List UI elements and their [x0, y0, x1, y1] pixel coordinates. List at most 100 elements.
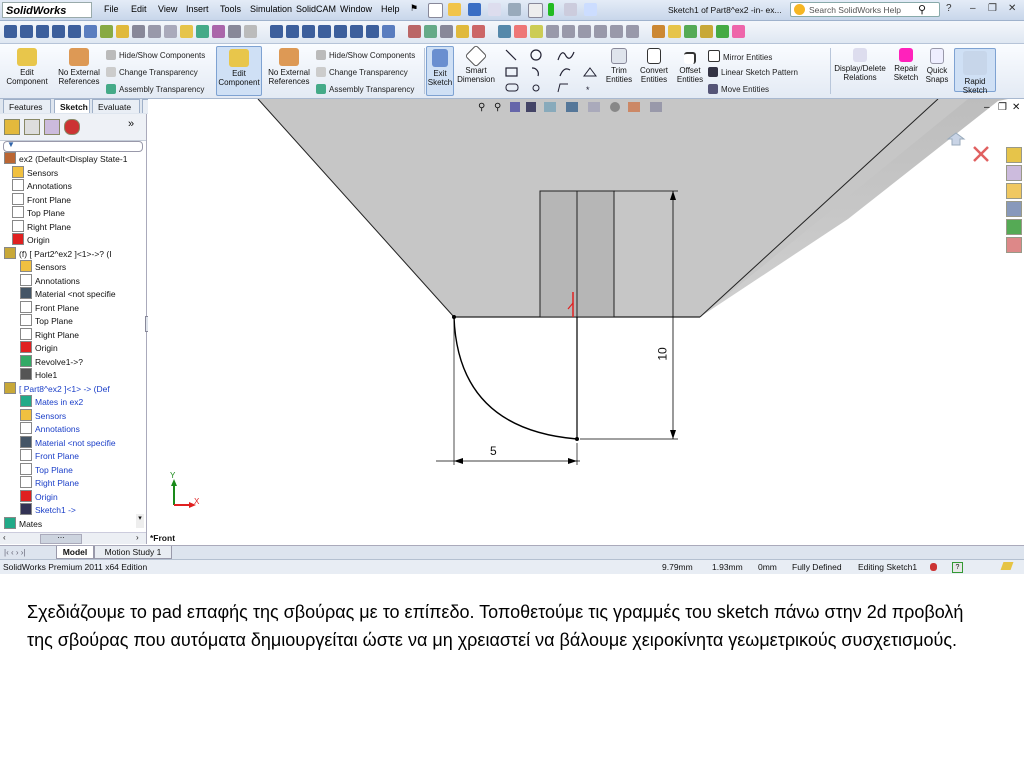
tb-eval-1-icon[interactable] [652, 25, 665, 38]
tree-item[interactable]: Annotations [20, 273, 80, 287]
tb-insert-component-icon[interactable] [116, 25, 129, 38]
hide-show-components-button[interactable]: Hide/Show Components [106, 50, 205, 60]
exit-sketch-button[interactable]: Exit Sketch [426, 46, 454, 96]
tb-clearance-icon[interactable] [244, 25, 257, 38]
change-transparency-button[interactable]: Change Transparency [106, 67, 198, 77]
smart-dimension-button[interactable]: Smart Dimension [456, 44, 496, 84]
minimize-button[interactable]: – [970, 3, 976, 14]
file-explorer-icon[interactable] [1006, 183, 1022, 199]
zoom-area-icon[interactable]: ⚲ [494, 102, 501, 113]
dimension-vertical[interactable]: 10 [656, 347, 670, 360]
dimension-horizontal[interactable]: 5 [490, 444, 497, 458]
rapid-sketch-button[interactable]: Rapid Sketch [954, 48, 996, 95]
tb-hide-show-icon[interactable] [180, 25, 193, 38]
tree-item[interactable]: Material <not specifie [20, 435, 116, 449]
menu-insert[interactable]: Insert [186, 4, 209, 14]
edit-component-button-2[interactable]: Edit Component [216, 46, 262, 96]
print-icon[interactable] [488, 3, 501, 16]
graphics-area[interactable]: 5 10 Y X *Front ⚲ ⚲ – ❐ ✕ [148, 98, 1024, 544]
tab-evaluate[interactable]: Evaluate [92, 99, 140, 113]
tb-view-3-icon[interactable] [530, 25, 543, 38]
menu-file[interactable]: File [104, 4, 119, 14]
tb-component-1-icon[interactable] [4, 25, 17, 38]
edit-component-button[interactable]: Edit Component [4, 48, 50, 86]
tb-component-6-icon[interactable] [84, 25, 97, 38]
options-icon[interactable] [564, 3, 577, 16]
move-entities-button[interactable]: Move Entities [708, 84, 769, 94]
tree-item[interactable]: Front Plane [20, 449, 79, 462]
select-icon[interactable] [528, 3, 543, 18]
scroll-right-icon[interactable]: › [136, 533, 139, 542]
trim-entities-button[interactable]: Trim Entities [604, 48, 634, 84]
sketch-point-left[interactable] [452, 315, 456, 319]
menu-simulation[interactable]: Simulation [250, 4, 292, 14]
edit-appearance-icon[interactable] [610, 102, 620, 112]
previous-view-icon[interactable] [510, 102, 520, 112]
tree-item[interactable]: Right Plane [20, 476, 79, 489]
tree-item[interactable]: Front Plane [20, 300, 79, 314]
tb-view-9-icon[interactable] [626, 25, 639, 38]
appearances-scenes-icon[interactable] [1006, 219, 1022, 235]
assembly-transparency-button-2[interactable]: Assembly Transparency [316, 84, 414, 94]
tb-assembly-3-icon[interactable] [302, 25, 315, 38]
no-external-references-button-2[interactable]: No External References [264, 48, 314, 86]
tree-item[interactable]: Top Plane [20, 314, 73, 327]
horizontal-scrollbar[interactable]: ‹ ⋯ › [0, 532, 146, 544]
tb-mate-icon[interactable] [100, 25, 113, 38]
expand-panel-icon[interactable]: » [128, 118, 134, 130]
apply-scene-icon[interactable] [628, 102, 640, 112]
tree-item[interactable]: Front Plane [12, 192, 71, 206]
tree-item[interactable]: Revolve1->? [20, 354, 83, 368]
close-button[interactable]: ✕ [1008, 3, 1016, 14]
tree-item[interactable]: Sensors [20, 408, 66, 422]
view-orientation-icon[interactable] [544, 102, 556, 112]
new-document-icon[interactable] [428, 3, 443, 18]
tb-sketch-5-icon[interactable] [472, 25, 485, 38]
scroll-thumb[interactable]: ⋯ [40, 534, 82, 544]
tb-sketch-3-icon[interactable] [440, 25, 453, 38]
help-status-icon[interactable]: ? [952, 562, 963, 573]
tree-item[interactable]: Sketch1 -> [20, 503, 76, 516]
sketch-arc[interactable] [453, 316, 578, 440]
repair-sketch-button[interactable]: Repair Sketch [890, 48, 922, 82]
tb-eval-2-icon[interactable] [668, 25, 681, 38]
feature-manager-icon[interactable] [4, 119, 20, 135]
tree-item[interactable]: Material <not specifie [20, 287, 116, 300]
tb-linear-pattern-icon[interactable] [164, 25, 177, 38]
tb-rotate-component-icon[interactable] [212, 25, 225, 38]
tree-item[interactable]: Origin [12, 233, 50, 246]
tb-view-1-icon[interactable] [498, 25, 511, 38]
viewport-restore-icon[interactable]: ❐ [998, 102, 1007, 113]
viewport-close-icon[interactable]: ✕ [1012, 102, 1020, 113]
tb-sketch-1-icon[interactable] [408, 25, 421, 38]
menu-tools[interactable]: Tools [220, 4, 241, 14]
bottom-tab-model[interactable]: Model [56, 546, 94, 559]
tb-eval-4-icon[interactable] [700, 25, 713, 38]
tb-assembly-6-icon[interactable] [350, 25, 363, 38]
tree-item[interactable]: Origin [20, 489, 58, 503]
menu-window[interactable]: Window [340, 4, 372, 14]
tree-item[interactable]: Origin [20, 341, 58, 354]
menu-help[interactable]: Help [381, 4, 400, 14]
custom-properties-icon[interactable] [1006, 237, 1022, 253]
rebuild-status-icon[interactable] [930, 563, 937, 571]
sketch-tools-icons[interactable]: * [502, 48, 600, 96]
tb-sketch-4-icon[interactable] [456, 25, 469, 38]
convert-entities-button[interactable]: Convert Entities [636, 48, 672, 84]
tree-item[interactable]: Hole1 [20, 368, 57, 381]
menu-view[interactable]: View [158, 4, 177, 14]
display-delete-relations-button[interactable]: Display/Delete Relations [832, 48, 888, 82]
tree-item[interactable]: (f) [ Part2^ex2 ]<1>->? (I [4, 246, 112, 260]
save-icon[interactable] [468, 3, 481, 16]
undo-icon[interactable] [508, 3, 521, 16]
search-magnifier-icon[interactable]: ⚲ [918, 3, 926, 16]
tb-eval-3-icon[interactable] [684, 25, 697, 38]
tb-assembly-8-icon[interactable] [382, 25, 395, 38]
tree-item[interactable]: Right Plane [20, 327, 79, 341]
tb-component-4-icon[interactable] [52, 25, 65, 38]
tb-component-3-icon[interactable] [36, 25, 49, 38]
tree-item[interactable]: Mates in ex2 [20, 395, 83, 408]
tb-view-8-icon[interactable] [610, 25, 623, 38]
tb-component-5-icon[interactable] [68, 25, 81, 38]
tab-features[interactable]: Features [3, 99, 51, 113]
